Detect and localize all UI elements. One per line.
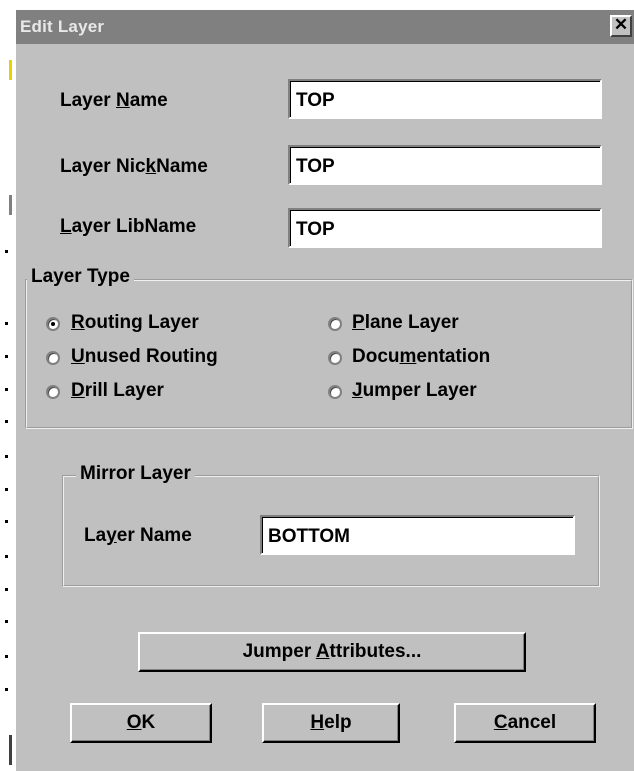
- radio-documentation[interactable]: [328, 351, 342, 365]
- jumper-attributes-label: Jumper Attributes...: [242, 641, 422, 662]
- strip-mark: [5, 555, 8, 558]
- radio-selected-dot: [51, 322, 55, 326]
- strip-mark: [5, 688, 8, 691]
- edit-layer-dialog: Edit Layer ✕ Layer Name TOP Layer NickNa…: [14, 10, 634, 771]
- ok-label: OK: [126, 712, 156, 733]
- strip-mark: [5, 588, 8, 591]
- strip-mark: [5, 322, 8, 325]
- background-strip: [0, 0, 14, 771]
- close-button[interactable]: ✕: [610, 15, 632, 37]
- jumper-attributes-button[interactable]: Jumper Attributes...: [138, 632, 526, 672]
- layer-type-title: Layer Type: [27, 266, 134, 288]
- strip-mark: [5, 355, 8, 358]
- close-icon: ✕: [613, 15, 629, 34]
- layer-nickname-field[interactable]: TOP: [288, 145, 602, 185]
- strip-mark: [9, 60, 12, 80]
- mirror-layer-name-field[interactable]: BOTTOM: [260, 515, 575, 555]
- jumper-layer-label[interactable]: Jumper Layer: [352, 380, 477, 402]
- unused-routing-label[interactable]: Unused Routing: [71, 346, 218, 368]
- title-bar[interactable]: Edit Layer ✕: [16, 10, 634, 44]
- strip-mark: [5, 250, 8, 253]
- cancel-label: Cancel: [493, 712, 557, 733]
- ok-button[interactable]: OK: [70, 703, 212, 743]
- strip-mark: [5, 655, 8, 658]
- radio-drill-layer[interactable]: [46, 385, 60, 399]
- strip-mark: [5, 620, 8, 623]
- window-title: Edit Layer: [20, 17, 105, 36]
- radio-routing-layer[interactable]: [46, 317, 60, 331]
- strip-mark: [9, 195, 12, 215]
- layer-libname-field[interactable]: TOP: [288, 208, 602, 248]
- strip-mark: [5, 520, 8, 523]
- layer-nickname-value: TOP: [296, 156, 335, 177]
- cancel-button[interactable]: Cancel: [454, 703, 596, 743]
- radio-jumper-layer[interactable]: [328, 385, 342, 399]
- plane-layer-label[interactable]: Plane Layer: [352, 312, 459, 334]
- radio-plane-layer[interactable]: [328, 317, 342, 331]
- layer-libname-value: TOP: [296, 219, 335, 240]
- documentation-label[interactable]: Documentation: [352, 346, 490, 368]
- layer-name-label: Layer Name: [60, 90, 168, 111]
- mirror-layer-title: Mirror Layer: [76, 463, 195, 485]
- layer-name-value: TOP: [296, 90, 335, 111]
- strip-mark: [9, 735, 12, 765]
- radio-unused-routing[interactable]: [46, 351, 60, 365]
- routing-layer-label[interactable]: Routing Layer: [71, 312, 199, 334]
- help-button[interactable]: Help: [262, 703, 400, 743]
- layer-libname-label: Layer LibName: [60, 216, 197, 237]
- strip-mark: [5, 388, 8, 391]
- drill-layer-label[interactable]: Drill Layer: [71, 380, 164, 402]
- layer-nickname-label: Layer NickName: [60, 156, 208, 177]
- mirror-layer-name-value: BOTTOM: [268, 526, 350, 547]
- strip-mark: [5, 420, 8, 423]
- strip-mark: [5, 488, 8, 491]
- help-label: Help: [310, 712, 352, 733]
- strip-mark: [5, 455, 8, 458]
- mirror-layer-name-label: Layer Name: [84, 525, 192, 546]
- layer-name-field[interactable]: TOP: [288, 79, 602, 119]
